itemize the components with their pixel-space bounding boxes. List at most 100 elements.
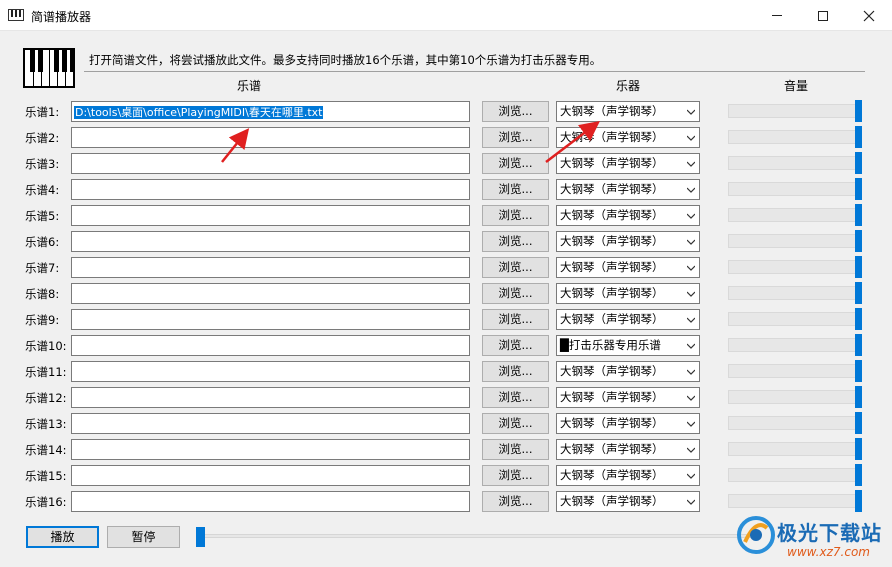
volume-thumb[interactable] [855, 360, 862, 382]
watermark-url: www.xz7.com [787, 545, 870, 559]
instrument-select[interactable]: 大钢琴（声学钢琴） [556, 257, 700, 278]
score-path-input[interactable] [71, 179, 470, 200]
instrument-selected-value: 大钢琴（声学钢琴） [560, 416, 664, 430]
volume-thumb[interactable] [855, 230, 862, 252]
browse-button[interactable]: 浏览... [482, 231, 549, 252]
progress-track[interactable] [200, 534, 760, 538]
browse-button[interactable]: 浏览... [482, 439, 549, 460]
score-row-label: 乐谱9: [25, 313, 60, 327]
browse-button[interactable]: 浏览... [482, 153, 549, 174]
volume-thumb[interactable] [855, 308, 862, 330]
volume-thumb[interactable] [855, 464, 862, 486]
volume-track[interactable] [728, 312, 858, 326]
browse-button[interactable]: 浏览... [482, 257, 549, 278]
instrument-select[interactable]: 大钢琴（声学钢琴） [556, 309, 700, 330]
volume-track[interactable] [728, 286, 858, 300]
instrument-select[interactable]: 大钢琴（声学钢琴） [556, 231, 700, 252]
score-path-input[interactable] [71, 231, 470, 252]
volume-thumb[interactable] [855, 438, 862, 460]
play-button[interactable]: 播放 [26, 526, 99, 548]
browse-button[interactable]: 浏览... [482, 309, 549, 330]
browse-button[interactable]: 浏览... [482, 361, 549, 382]
instrument-select[interactable]: 大钢琴（声学钢琴） [556, 413, 700, 434]
volume-thumb[interactable] [855, 178, 862, 200]
score-row-label: 乐谱12: [25, 391, 67, 405]
volume-thumb[interactable] [855, 100, 862, 122]
score-path-input[interactable] [71, 335, 470, 356]
score-path-input[interactable] [71, 439, 470, 460]
volume-track[interactable] [728, 416, 858, 430]
volume-thumb[interactable] [855, 256, 862, 278]
browse-button[interactable]: 浏览... [482, 335, 549, 356]
volume-track[interactable] [728, 234, 858, 248]
score-path-input[interactable] [71, 413, 470, 434]
instrument-select[interactable]: 大钢琴（声学钢琴） [556, 153, 700, 174]
volume-thumb[interactable] [855, 490, 862, 512]
volume-thumb[interactable] [855, 152, 862, 174]
score-path-input[interactable] [71, 387, 470, 408]
volume-thumb[interactable] [855, 334, 862, 356]
volume-track[interactable] [728, 442, 858, 456]
chevron-down-icon [687, 421, 695, 427]
browse-button[interactable]: 浏览... [482, 101, 549, 122]
instrument-select[interactable]: 大钢琴（声学钢琴） [556, 283, 700, 304]
score-path-input[interactable] [71, 491, 470, 512]
instrument-select[interactable]: 大钢琴（声学钢琴） [556, 439, 700, 460]
close-button[interactable] [846, 0, 892, 31]
instrument-select[interactable]: 大钢琴（声学钢琴） [556, 491, 700, 512]
volume-track[interactable] [728, 364, 858, 378]
instrument-select[interactable]: █打击乐器专用乐谱 [556, 335, 700, 356]
volume-thumb[interactable] [855, 126, 862, 148]
instrument-selected-value: 大钢琴（声学钢琴） [560, 286, 664, 300]
instrument-select[interactable]: 大钢琴（声学钢琴） [556, 465, 700, 486]
volume-thumb[interactable] [855, 386, 862, 408]
volume-thumb[interactable] [855, 282, 862, 304]
volume-thumb[interactable] [855, 204, 862, 226]
browse-button[interactable]: 浏览... [482, 491, 549, 512]
browse-button[interactable]: 浏览... [482, 387, 549, 408]
maximize-button[interactable] [800, 0, 846, 31]
instrument-selected-value: 大钢琴（声学钢琴） [560, 390, 664, 404]
volume-track[interactable] [728, 338, 858, 352]
instrument-selected-value: 大钢琴（声学钢琴） [560, 312, 664, 326]
volume-track[interactable] [728, 390, 858, 404]
instrument-select[interactable]: 大钢琴（声学钢琴） [556, 127, 700, 148]
browse-button[interactable]: 浏览... [482, 465, 549, 486]
instrument-select[interactable]: 大钢琴（声学钢琴） [556, 179, 700, 200]
score-path-input[interactable] [71, 283, 470, 304]
score-path-input[interactable] [71, 127, 470, 148]
chevron-down-icon [687, 109, 695, 115]
pause-button[interactable]: 暂停 [107, 526, 180, 548]
score-path-input[interactable] [71, 361, 470, 382]
score-path-input[interactable] [71, 309, 470, 330]
instrument-select[interactable]: 大钢琴（声学钢琴） [556, 387, 700, 408]
instrument-select[interactable]: 大钢琴（声学钢琴） [556, 361, 700, 382]
browse-button[interactable]: 浏览... [482, 283, 549, 304]
progress-thumb[interactable] [196, 527, 205, 547]
score-path-input[interactable] [71, 153, 470, 174]
volume-track[interactable] [728, 494, 858, 508]
score-path-input[interactable]: D:\tools\桌面\office\PlayingMIDI\春天在哪里.txt [71, 101, 470, 122]
volume-track[interactable] [728, 260, 858, 274]
volume-track[interactable] [728, 182, 858, 196]
volume-track[interactable] [728, 468, 858, 482]
browse-button[interactable]: 浏览... [482, 179, 549, 200]
volume-track[interactable] [728, 156, 858, 170]
browse-button[interactable]: 浏览... [482, 127, 549, 148]
volume-track[interactable] [728, 104, 858, 118]
score-path-input[interactable] [71, 465, 470, 486]
window-title: 简谱播放器 [31, 10, 92, 24]
title-bar: 简谱播放器 [0, 0, 892, 31]
instrument-select[interactable]: 大钢琴（声学钢琴） [556, 101, 700, 122]
score-path-input[interactable] [71, 257, 470, 278]
score-path-input[interactable] [71, 205, 470, 226]
volume-track[interactable] [728, 130, 858, 144]
volume-track[interactable] [728, 208, 858, 222]
header-description: 打开简谱文件，将尝试播放此文件。最多支持同时播放16个乐谱，其中第10个乐谱为打… [89, 53, 602, 67]
minimize-button[interactable] [754, 0, 800, 31]
browse-button[interactable]: 浏览... [482, 205, 549, 226]
instrument-selected-value: 大钢琴（声学钢琴） [560, 156, 664, 170]
instrument-select[interactable]: 大钢琴（声学钢琴） [556, 205, 700, 226]
volume-thumb[interactable] [855, 412, 862, 434]
browse-button[interactable]: 浏览... [482, 413, 549, 434]
